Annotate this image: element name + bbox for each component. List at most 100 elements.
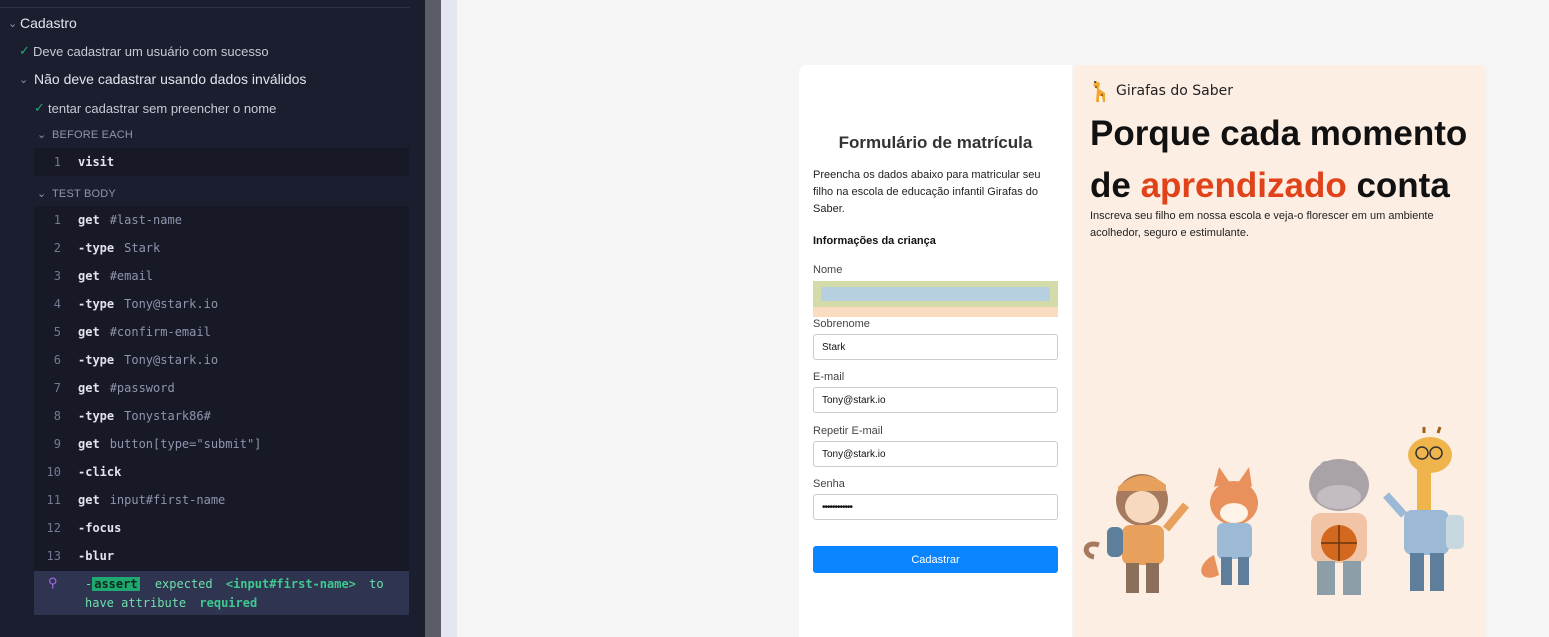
command-row[interactable]: 3 get #email [34, 262, 409, 290]
assert-attribute: required [199, 596, 258, 610]
command-argument: input#first-name [109, 493, 226, 507]
divider [0, 7, 410, 8]
command-name: -type [78, 353, 115, 367]
test-title: tentar cadastrar sem preencher o nome [48, 100, 277, 116]
confirm-email-label: Repetir E-mail [813, 425, 883, 437]
command-name: get [78, 269, 100, 283]
line-number: 6 [53, 353, 61, 367]
hero-title-accent: aprendizado [1140, 166, 1347, 205]
command-row[interactable]: 9 get button[type="submit"] [34, 430, 409, 458]
line-number: 5 [53, 325, 61, 339]
test-runner-panel: ⌄ Cadastro ✓ Deve cadastrar um usuário c… [0, 0, 425, 637]
suite-title: Não deve cadastrar usando dados inválido… [34, 71, 307, 87]
assert-command-row[interactable]: ⚲ - assert expected <input#first-name> to… [34, 571, 409, 615]
command-argument: #password [109, 381, 175, 395]
command-row[interactable]: 11 get input#first-name [34, 486, 409, 514]
highlight-overlay [813, 281, 1058, 307]
form-description: Preencha os dados abaixo para matricular… [813, 169, 1041, 215]
assert-have-attribute: have attribute [85, 596, 187, 610]
command-row[interactable]: 8 -type Tonystark86# [34, 402, 409, 430]
test-item-success[interactable]: ✓ Deve cadastrar um usuário com sucesso [19, 40, 269, 62]
email-field[interactable]: Tony@stark.io [813, 387, 1058, 413]
section-label: BEFORE EACH [52, 128, 134, 141]
command-row[interactable]: 1 visit [34, 148, 409, 176]
command-name: -type [78, 241, 115, 255]
monkey-character [1083, 474, 1190, 593]
check-icon: ✓ [19, 43, 30, 58]
command-name: get [78, 493, 100, 507]
section-test-body[interactable]: ⌄ TEST BODY [37, 187, 116, 201]
chevron-down-icon: ⌄ [37, 188, 47, 200]
fox-character [1201, 467, 1258, 585]
assert-badge: assert [92, 577, 140, 591]
password-field[interactable]: •••••••••••• [813, 494, 1058, 520]
panel-resize-handle[interactable] [425, 0, 441, 637]
test-body-commands: 1 get #last-name 2 -type Stark 3 get #email 4 -typ… [34, 206, 409, 571]
line-number: 1 [53, 213, 61, 227]
confirm-email-field[interactable]: Tony@stark.io [813, 441, 1058, 467]
command-row[interactable]: 12 -focus [34, 514, 409, 542]
giraffe-character [1383, 426, 1464, 591]
command-row[interactable]: 7 get #password [34, 374, 409, 402]
command-argument: Tonystark86# [124, 409, 211, 423]
hero-title-line1: Porque cada momento [1090, 114, 1468, 153]
line-number: 13 [46, 549, 61, 563]
command-row[interactable]: 2 -type Stark [34, 234, 409, 262]
command-row[interactable]: 5 get #confirm-email [34, 318, 409, 346]
form-title: Formulário de matrícula [838, 133, 1033, 152]
animal-characters-illustration [1083, 426, 1464, 595]
command-name: -focus [78, 521, 122, 535]
command-name: visit [78, 155, 115, 169]
command-name: -type [78, 297, 115, 311]
before-each-commands: 1 visit [34, 148, 409, 176]
chevron-down-icon: ⌄ [37, 129, 47, 141]
hero-title: Porque cada momento de aprendizado conta [1090, 108, 1480, 212]
test-item-current[interactable]: ✓ tentar cadastrar sem preencher o nome [34, 97, 276, 119]
hippo-character [1309, 459, 1369, 595]
command-argument: button[type="submit"] [109, 437, 262, 451]
assert-to: to [369, 577, 384, 591]
command-name: -blur [78, 549, 115, 563]
command-argument: Stark [124, 241, 161, 255]
section-heading: Informações da criança [813, 235, 936, 247]
section-before-each[interactable]: ⌄ BEFORE EACH [37, 128, 134, 142]
brand-name: Girafas do Saber [1116, 83, 1233, 99]
line-number: 9 [53, 437, 61, 451]
command-name: get [78, 437, 100, 451]
command-argument: Tony@stark.io [124, 353, 219, 367]
assert-expected: expected [154, 577, 213, 591]
hero-title-part2: de [1090, 166, 1141, 205]
command-name: -type [78, 409, 115, 423]
first-name-field[interactable] [813, 281, 1058, 317]
line-number: 8 [53, 409, 61, 423]
submit-button[interactable]: Cadastrar [813, 546, 1058, 573]
command-row[interactable]: 13 -blur [34, 542, 409, 570]
last-name-field[interactable]: Stark [813, 334, 1058, 360]
line-number: 3 [53, 269, 61, 283]
section-label: TEST BODY [52, 187, 116, 200]
pin-icon: ⚲ [48, 576, 58, 591]
suite-cadastro[interactable]: ⌄ Cadastro [8, 12, 77, 34]
email-label: E-mail [813, 371, 845, 383]
chevron-down-icon: ⌄ [19, 73, 29, 86]
password-label: Senha [813, 478, 845, 490]
command-row[interactable]: 10 -click [34, 458, 409, 486]
suite-title: Cadastro [20, 15, 77, 31]
command-name: -click [78, 465, 122, 479]
command-argument: #email [109, 269, 154, 283]
command-row[interactable]: 6 -type Tony@stark.io [34, 346, 409, 374]
first-name-label: Nome [813, 264, 843, 276]
line-number: 2 [53, 241, 61, 255]
line-number: 10 [46, 465, 61, 479]
chevron-down-icon: ⌄ [8, 17, 18, 30]
last-name-label: Sobrenome [813, 318, 870, 330]
line-number: 7 [53, 381, 61, 395]
giraffe-logo-icon [1093, 81, 1105, 102]
line-number: 11 [46, 493, 61, 507]
command-row[interactable]: 1 get #last-name [34, 206, 409, 234]
command-row[interactable]: 4 -type Tony@stark.io [34, 290, 409, 318]
line-number: 12 [46, 521, 61, 535]
command-argument: Tony@stark.io [124, 297, 219, 311]
suite-invalid[interactable]: ⌄ Não deve cadastrar usando dados inváli… [19, 68, 306, 90]
check-icon: ✓ [34, 100, 45, 115]
